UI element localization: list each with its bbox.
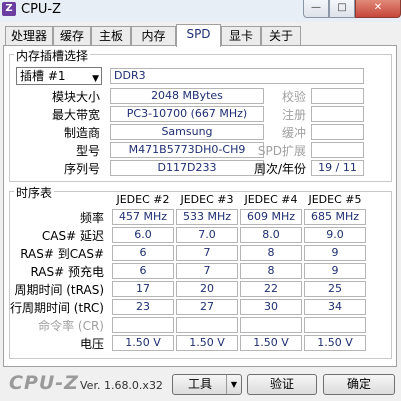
timing-cell: 1.50 V bbox=[304, 335, 366, 351]
week-year-value: 19 / 11 bbox=[311, 160, 364, 176]
max-bandwidth-value: PC3-10700 (667 MHz) bbox=[110, 106, 264, 122]
slot-group-title: 内存插槽选择 bbox=[14, 47, 91, 64]
timing-cell: 609 MHz bbox=[240, 209, 302, 225]
command-rate-label: 命令率 (CR) bbox=[38, 319, 104, 333]
timing-cell: 6.0 bbox=[112, 227, 174, 243]
timing-cell: 27 bbox=[176, 299, 238, 315]
timing-cell: 7.0 bbox=[176, 227, 238, 243]
manufacturer-label: 制造商 bbox=[63, 126, 100, 140]
part-number-label: 型号 bbox=[75, 144, 100, 158]
tools-button-label: 工具 bbox=[187, 377, 212, 391]
timing-cell: 7 bbox=[176, 263, 238, 279]
spd-ext-value bbox=[311, 142, 364, 158]
timing-cell: 34 bbox=[304, 299, 366, 315]
serial-number-label: 序列号 bbox=[63, 162, 100, 176]
manufacturer-value: Samsung bbox=[110, 124, 264, 140]
buffered-label: 缓冲 bbox=[281, 126, 306, 140]
title-bar: Z CPU-Z — □ ✕ bbox=[0, 0, 401, 22]
timing-cell: 685 MHz bbox=[304, 209, 366, 225]
ok-button[interactable]: 确定 bbox=[323, 374, 395, 395]
slot-select-value: 插槽 #1 bbox=[20, 69, 66, 83]
timing-cell bbox=[112, 317, 174, 333]
module-size-value: 2048 MBytes bbox=[110, 88, 264, 104]
timing-cell: 25 bbox=[304, 281, 366, 297]
timing-cell: 1.50 V bbox=[112, 335, 174, 351]
tab-processor[interactable]: 处理器 bbox=[5, 26, 53, 45]
tab-graphics[interactable]: 显卡 bbox=[221, 26, 261, 45]
col-header-jedec2: JEDEC #2 bbox=[116, 193, 170, 206]
timing-cell: 7 bbox=[176, 245, 238, 261]
frequency-label: 频率 bbox=[79, 211, 104, 225]
tab-memory[interactable]: 内存 bbox=[131, 26, 176, 45]
close-button[interactable]: ✕ bbox=[355, 0, 401, 18]
col-header-jedec3: JEDEC #3 bbox=[180, 193, 234, 206]
memory-type-field: DDR3 bbox=[110, 68, 364, 84]
ecc-label: 校验 bbox=[281, 90, 306, 104]
timing-cell: 30 bbox=[240, 299, 302, 315]
col-header-jedec5: JEDEC #5 bbox=[308, 193, 362, 206]
maximize-button[interactable]: □ bbox=[329, 0, 355, 18]
timing-cell: 9.0 bbox=[304, 227, 366, 243]
cas-latency-label: CAS# 延迟 bbox=[41, 229, 104, 243]
chevron-down-icon[interactable]: ▼ bbox=[226, 375, 241, 394]
week-year-label: 周次/年份 bbox=[253, 162, 306, 176]
timing-cell: 9 bbox=[304, 263, 366, 279]
timing-cell: 1.50 V bbox=[240, 335, 302, 351]
timing-cell bbox=[176, 317, 238, 333]
voltage-label: 电压 bbox=[79, 337, 104, 351]
col-header-jedec4: JEDEC #4 bbox=[244, 193, 298, 206]
validate-button[interactable]: 验证 bbox=[247, 374, 317, 395]
ras-precharge-label: RAS# 预充电 bbox=[30, 265, 104, 279]
timing-cell: 17 bbox=[112, 281, 174, 297]
tab-cache[interactable]: 缓存 bbox=[53, 26, 91, 45]
buffered-value bbox=[311, 124, 364, 140]
window-title: CPU-Z bbox=[21, 2, 62, 17]
timing-cell: 457 MHz bbox=[112, 209, 174, 225]
module-size-label: 模块大小 bbox=[51, 90, 100, 104]
timing-cell bbox=[240, 317, 302, 333]
timing-cell: 8 bbox=[240, 245, 302, 261]
spd-panel: 内存插槽选择 插槽 #1 ▼ DDR3 模块大小 2048 MBytes 校验 … bbox=[3, 45, 397, 367]
tab-strip: 处理器 缓存 主板 内存 SPD 显卡 关于 bbox=[0, 24, 401, 47]
timing-cell: 6 bbox=[112, 263, 174, 279]
ras-to-cas-label: RAS# 到CAS# bbox=[20, 247, 104, 261]
tab-mainboard[interactable]: 主板 bbox=[91, 26, 131, 45]
part-number-value: M471B5773DH0-CH9 bbox=[110, 142, 264, 158]
timing-cell: 8.0 bbox=[240, 227, 302, 243]
timing-cell: 8 bbox=[240, 263, 302, 279]
slot-select[interactable]: 插槽 #1 ▼ bbox=[16, 67, 102, 85]
timing-cell: 9 bbox=[304, 245, 366, 261]
tools-button[interactable]: 工具 ▼ bbox=[172, 374, 242, 395]
max-bandwidth-label: 最大带宽 bbox=[51, 108, 100, 122]
tab-spd[interactable]: SPD bbox=[176, 24, 221, 47]
cycle-time-label: 周期时间 (tRAS) bbox=[14, 283, 104, 297]
timing-cell: 533 MHz bbox=[176, 209, 238, 225]
minimize-button[interactable]: — bbox=[303, 0, 329, 18]
tab-about[interactable]: 关于 bbox=[261, 26, 301, 45]
timing-cell: 23 bbox=[112, 299, 174, 315]
timing-cell: 1.50 V bbox=[176, 335, 238, 351]
timings-group-title: 时序表 bbox=[14, 184, 55, 201]
chevron-down-icon: ▼ bbox=[92, 74, 99, 84]
timing-cell: 6 bbox=[112, 245, 174, 261]
cpu-z-logo: CPU-Z bbox=[9, 372, 79, 394]
spd-ext-label: SPD扩展 bbox=[257, 144, 306, 158]
timing-cell: 20 bbox=[176, 281, 238, 297]
timing-cell bbox=[304, 317, 366, 333]
timing-cell: 22 bbox=[240, 281, 302, 297]
row-cycle-time-label: 行周期时间 (tRC) bbox=[9, 301, 104, 315]
cpu-z-app-icon: Z bbox=[2, 2, 16, 16]
registered-label: 注册 bbox=[281, 108, 306, 122]
ecc-value bbox=[311, 88, 364, 104]
serial-number-value: D117D233 bbox=[110, 160, 264, 176]
registered-value bbox=[311, 106, 364, 122]
version-text: Ver. 1.68.0.x32 bbox=[80, 379, 163, 392]
